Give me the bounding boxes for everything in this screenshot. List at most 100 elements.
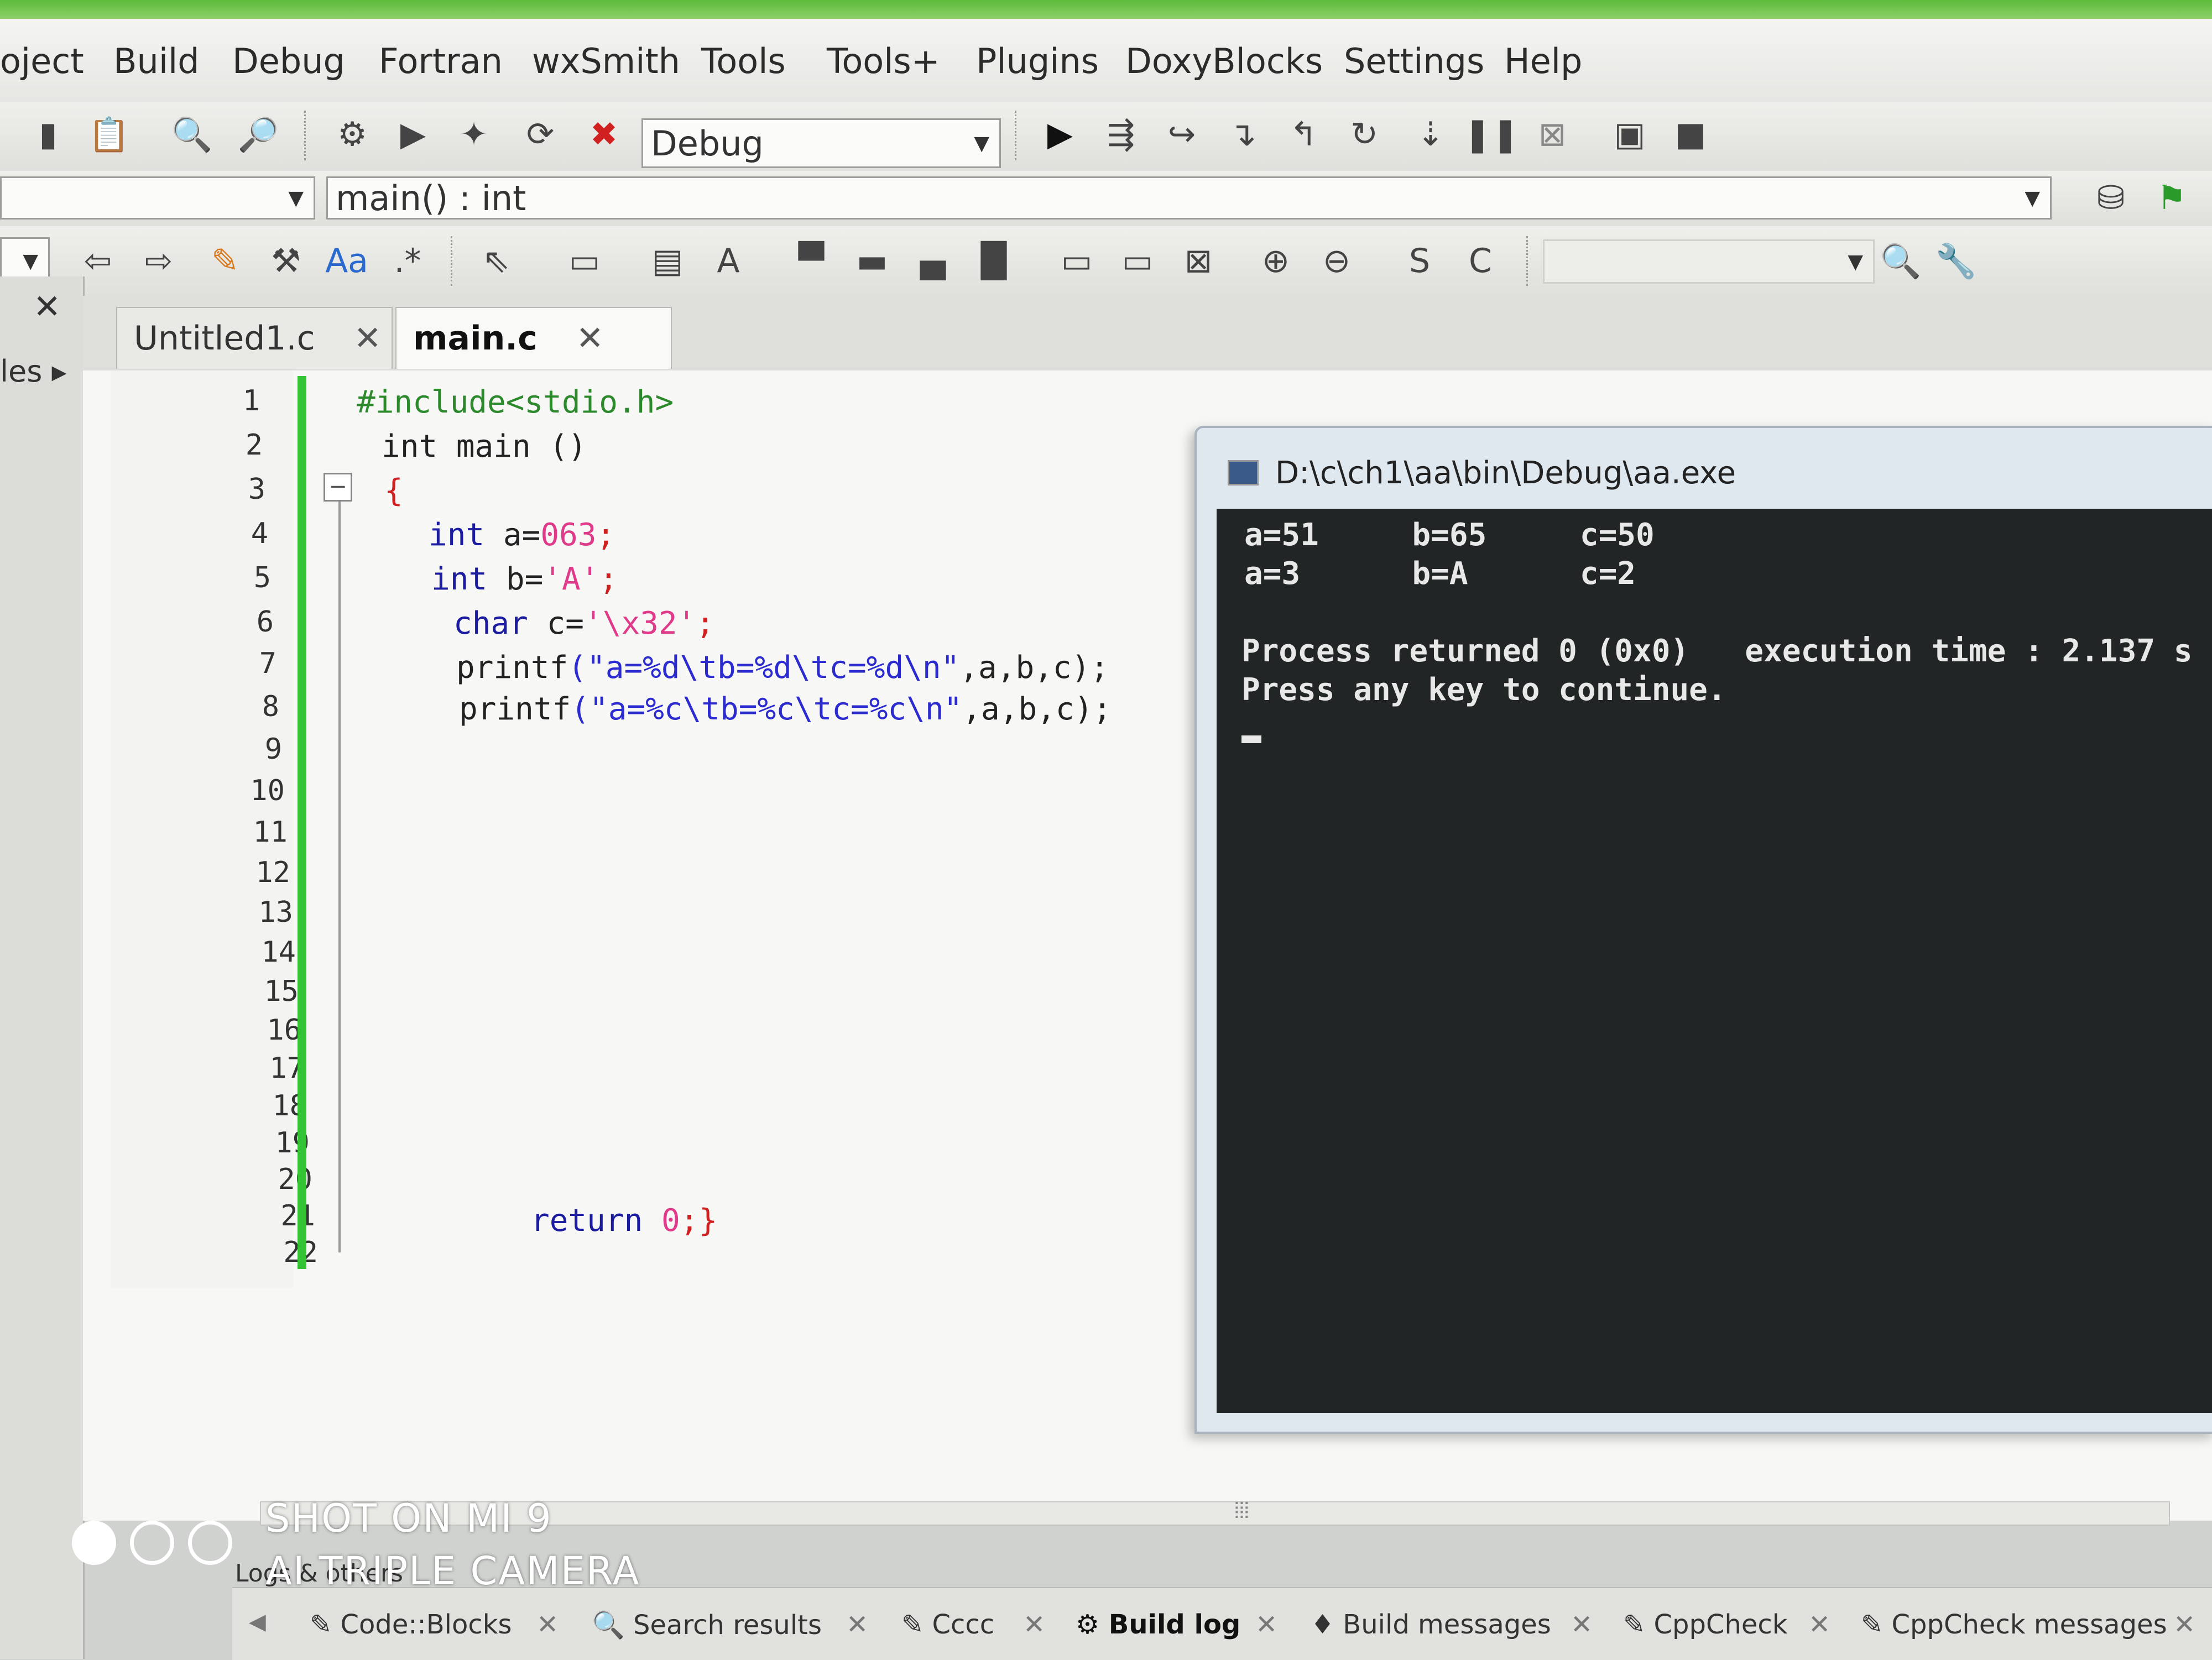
- debug-info-icon[interactable]: ■: [1670, 114, 1711, 155]
- line-number: 3: [248, 473, 265, 506]
- c-icon[interactable]: C: [1460, 241, 1501, 281]
- abort-icon[interactable]: ✖: [583, 114, 624, 155]
- files-tab[interactable]: les ▸: [0, 354, 67, 389]
- menu-help[interactable]: Help: [1504, 41, 1582, 81]
- scroll-grip-icon[interactable]: ⦙⦙⦙: [1234, 1498, 1249, 1523]
- build-gear-icon[interactable]: ⚙: [332, 114, 373, 155]
- frame-alt-icon[interactable]: ▭: [1117, 241, 1158, 281]
- tab-untitled1[interactable]: Untitled1.c ✕: [116, 307, 393, 369]
- zoom-in-icon[interactable]: ⊕: [1255, 241, 1296, 281]
- search-select[interactable]: ▼: [1543, 239, 1875, 284]
- next-line-icon[interactable]: ↪: [1161, 114, 1202, 155]
- code-string: ("a=%d\tb=%d\tc=%d\n": [568, 650, 960, 686]
- run-icon[interactable]: ▶: [393, 114, 434, 155]
- close-icon[interactable]: ✕: [354, 319, 382, 358]
- log-tab-label: Build log: [1108, 1609, 1241, 1640]
- menu-settings[interactable]: Settings: [1344, 41, 1484, 81]
- find-icon[interactable]: 🔍: [171, 114, 213, 155]
- fold-toggle-icon[interactable]: −: [324, 473, 352, 502]
- layout-bottom-icon[interactable]: ▄: [912, 241, 953, 281]
- search-icon[interactable]: 🔍: [1880, 241, 1922, 281]
- s-icon[interactable]: S: [1399, 241, 1440, 281]
- log-tab-label: Cccc: [932, 1609, 995, 1640]
- code-text: c=: [528, 605, 585, 641]
- close-icon[interactable]: ✕: [1571, 1609, 1593, 1640]
- back-arrow-icon[interactable]: ⇦: [77, 241, 118, 281]
- line-number: 18: [272, 1089, 307, 1123]
- text-icon[interactable]: A: [708, 241, 749, 281]
- frame-icon[interactable]: ▭: [1056, 241, 1097, 281]
- files-tab-label: les: [0, 354, 43, 389]
- step-into-icon[interactable]: ↴: [1222, 114, 1263, 155]
- paste-icon[interactable]: 📋: [88, 114, 130, 155]
- step-into-instruction-icon[interactable]: ⇣: [1410, 114, 1451, 155]
- close-icon[interactable]: ✕: [1808, 1609, 1830, 1640]
- dialog-icon[interactable]: ▤: [647, 241, 688, 281]
- console-title-bar[interactable]: D:\c\ch1\aa\bin\Debug\aa.exe: [1206, 437, 2212, 509]
- scope-select[interactable]: ▼: [0, 176, 315, 220]
- log-tab-build-messages[interactable]: ♦ Build messages: [1311, 1609, 1551, 1640]
- menu-project[interactable]: oject: [0, 41, 84, 81]
- close-icon[interactable]: ✕: [1023, 1609, 1045, 1640]
- menu-wxsmith[interactable]: wxSmith: [532, 41, 680, 81]
- code-function: printf: [456, 650, 568, 686]
- line-number: 14: [261, 936, 296, 969]
- flag-icon[interactable]: ⚑: [2151, 178, 2192, 218]
- panel-icon[interactable]: ▭: [564, 241, 605, 281]
- menu-fortran[interactable]: Fortran: [379, 41, 503, 81]
- debug-windows-icon[interactable]: ▣: [1609, 114, 1650, 155]
- function-select[interactable]: main() : int ▼: [326, 176, 2052, 220]
- debug-start-icon[interactable]: ▶: [1040, 114, 1081, 155]
- menu-build[interactable]: Build: [113, 41, 200, 81]
- menu-tools-plus[interactable]: Tools+: [827, 41, 940, 81]
- management-panel: ✕ les ▸: [0, 276, 85, 1659]
- log-tab-cppcheck[interactable]: ✎ CppCheck: [1623, 1609, 1788, 1640]
- line-number: 1: [242, 384, 260, 417]
- menu-tools[interactable]: Tools: [701, 41, 786, 81]
- rebuild-icon[interactable]: ⟳: [520, 114, 561, 155]
- log-tab-cccc[interactable]: ✎ Cccc: [901, 1609, 994, 1640]
- cut-icon[interactable]: ▮: [28, 114, 69, 155]
- pointer-icon[interactable]: ⇖: [476, 241, 517, 281]
- log-tab-build-log[interactable]: ⚙ Build log: [1076, 1609, 1240, 1640]
- line-number: 4: [251, 517, 268, 550]
- plugin-icon[interactable]: ⛁: [2090, 178, 2131, 218]
- frame-cross-icon[interactable]: ⊠: [1178, 241, 1219, 281]
- run-to-cursor-icon[interactable]: ⇶: [1100, 114, 1141, 155]
- layout-full-icon[interactable]: █: [973, 241, 1014, 281]
- chevron-down-icon: ▼: [23, 249, 38, 273]
- zoom-out-icon[interactable]: ⊖: [1316, 241, 1357, 281]
- next-instruction-icon[interactable]: ↻: [1344, 114, 1385, 155]
- layout-top-icon[interactable]: ▀: [791, 241, 832, 281]
- console-output[interactable]: a=51 b=65 c=50 a=3 b=A c=2 Process retur…: [1217, 509, 2212, 1413]
- settings-wrench-icon[interactable]: 🔧: [1936, 241, 1977, 281]
- forward-arrow-icon[interactable]: ⇨: [138, 241, 179, 281]
- code-args: ,a,b,c);: [959, 650, 1109, 686]
- close-icon[interactable]: ✕: [33, 288, 61, 326]
- console-line: Process returned 0 (0x0) execution time …: [1241, 633, 2193, 669]
- close-icon[interactable]: ✕: [1255, 1609, 1277, 1640]
- step-out-icon[interactable]: ↰: [1283, 114, 1324, 155]
- line-number-gutter: 1 2 3 4 5 6 7 8 9 10 11 12 13 14 15 16 1…: [111, 370, 318, 1288]
- menu-debug[interactable]: Debug: [232, 41, 345, 81]
- close-icon[interactable]: ✕: [576, 319, 604, 358]
- line-number: 16: [267, 1014, 301, 1047]
- replace-icon[interactable]: 🔎: [238, 114, 279, 155]
- log-tab-cppcheck-messages[interactable]: ✎ CppCheck messages: [1861, 1609, 2167, 1640]
- regex-icon[interactable]: .*: [387, 241, 428, 281]
- font-icon[interactable]: Aa: [325, 241, 368, 281]
- close-icon[interactable]: ✕: [846, 1609, 868, 1640]
- build-target-select[interactable]: Debug ▼: [641, 118, 1001, 168]
- build-and-run-icon[interactable]: ✦: [453, 114, 494, 155]
- close-icon[interactable]: ✕: [2173, 1609, 2195, 1640]
- line-number: 13: [258, 896, 293, 929]
- stop-debugger-icon[interactable]: ⊠: [1532, 114, 1573, 155]
- pause-icon[interactable]: ❚❚: [1464, 114, 1520, 155]
- layout-mid-icon[interactable]: ▬: [852, 241, 893, 281]
- menu-doxyblocks[interactable]: DoxyBlocks: [1125, 41, 1323, 81]
- code-function: printf: [459, 691, 571, 727]
- highlight-icon[interactable]: ✎: [205, 241, 246, 281]
- tool-icon[interactable]: ⚒: [265, 241, 306, 281]
- menu-plugins[interactable]: Plugins: [976, 41, 1099, 81]
- tab-main-c[interactable]: main.c ✕: [395, 307, 672, 369]
